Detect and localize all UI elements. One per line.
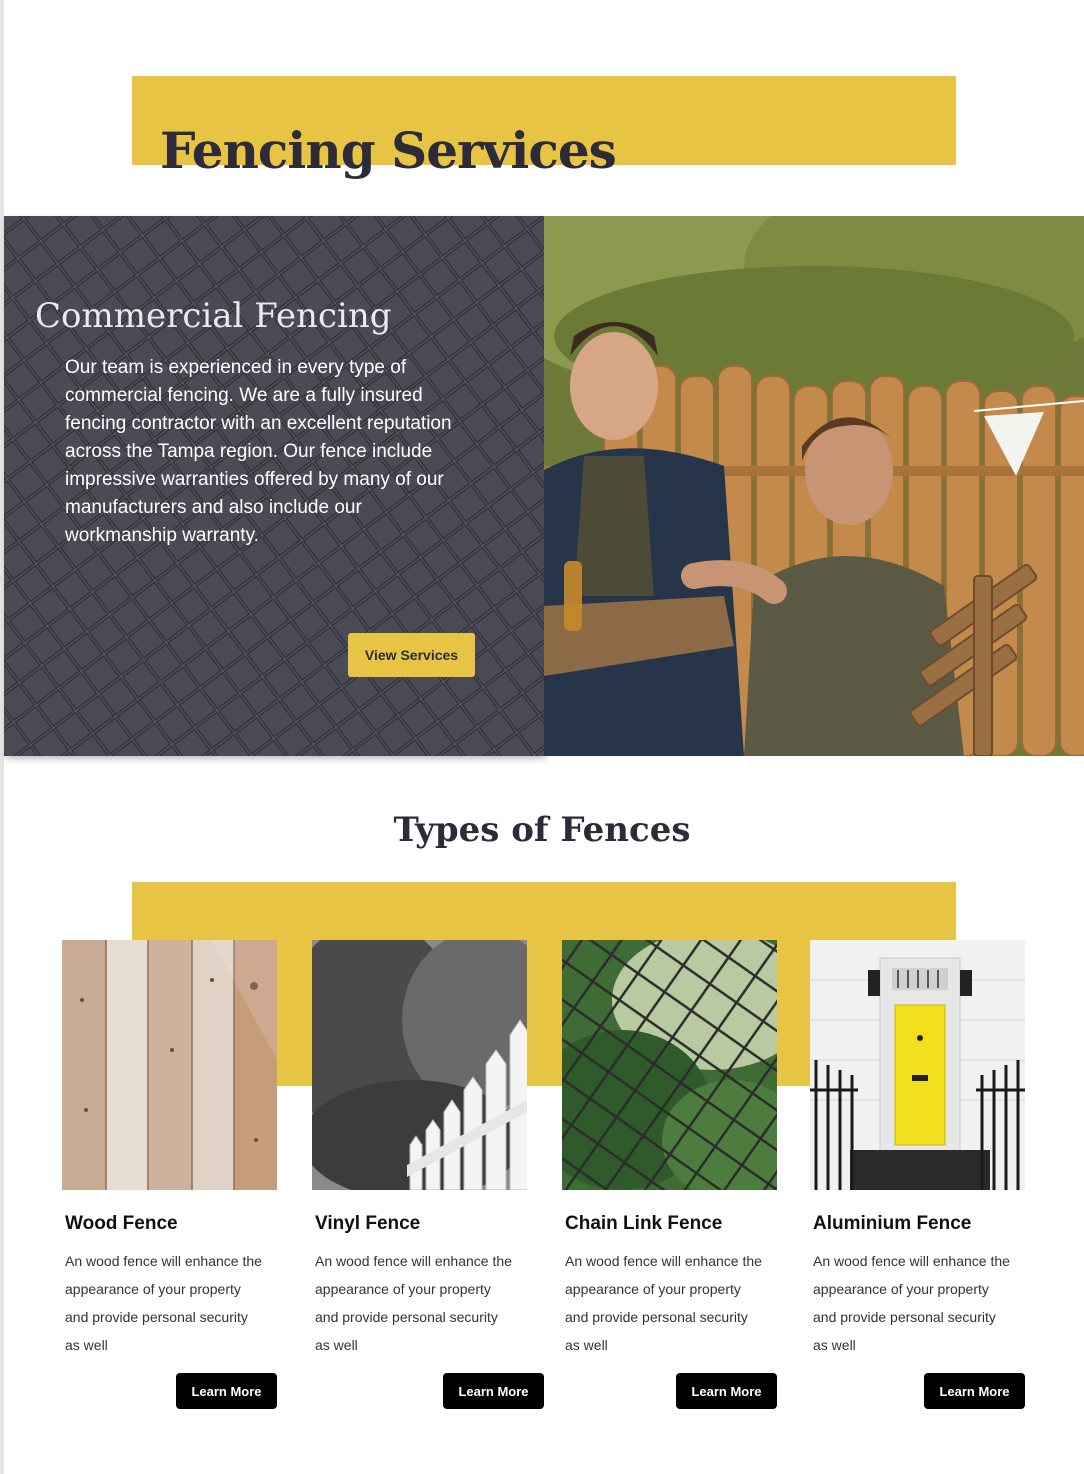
commercial-fencing-panel: Commercial Fencing Our team is experienc… [4, 216, 544, 756]
backyard-men-photo [544, 216, 1084, 756]
fence-card-description: An wood fence will enhance the appearanc… [813, 1253, 1010, 1353]
types-of-fences-title: Types of Fences [393, 810, 691, 850]
fence-card-chain-link: Chain Link Fence An wood fence will enha… [562, 940, 777, 1410]
backyard-photo-illustration [544, 216, 1084, 756]
page-title: Fencing Services [160, 121, 617, 180]
view-services-button[interactable]: View Services [348, 633, 475, 677]
commercial-fencing-description: Our team is experienced in every type of… [65, 357, 452, 546]
vinyl-fence-illustration [312, 940, 527, 1190]
fence-card-vinyl: Vinyl Fence An wood fence will enhance t… [312, 940, 544, 1410]
aluminium-fence-image [810, 940, 1025, 1190]
wood-planks-illustration [62, 940, 277, 1190]
learn-more-button-wood[interactable]: Learn More [176, 1373, 277, 1409]
fence-card-title: Aluminium Fence [813, 1213, 972, 1234]
fence-card-wood: Wood Fence An wood fence will enhance th… [62, 940, 277, 1410]
fence-card-title: Chain Link Fence [565, 1213, 723, 1234]
chain-link-illustration [562, 940, 777, 1190]
learn-more-button-vinyl[interactable]: Learn More [443, 1373, 544, 1409]
yellow-door-illustration [810, 940, 1025, 1190]
fence-card-description: An wood fence will enhance the appearanc… [315, 1253, 512, 1353]
learn-more-button-aluminium[interactable]: Learn More [924, 1373, 1025, 1409]
fence-card-aluminium: Aluminium Fence An wood fence will enhan… [810, 940, 1025, 1410]
vinyl-fence-image [312, 940, 527, 1190]
fence-card-description: An wood fence will enhance the appearanc… [65, 1253, 262, 1353]
wood-fence-image [62, 940, 277, 1190]
learn-more-button-chain-link[interactable]: Learn More [676, 1373, 777, 1409]
chain-link-fence-image [562, 940, 777, 1190]
fence-card-title: Wood Fence [65, 1213, 178, 1234]
commercial-fencing-title: Commercial Fencing [35, 296, 392, 336]
fence-card-title: Vinyl Fence [315, 1213, 421, 1234]
fence-card-description: An wood fence will enhance the appearanc… [565, 1253, 762, 1353]
